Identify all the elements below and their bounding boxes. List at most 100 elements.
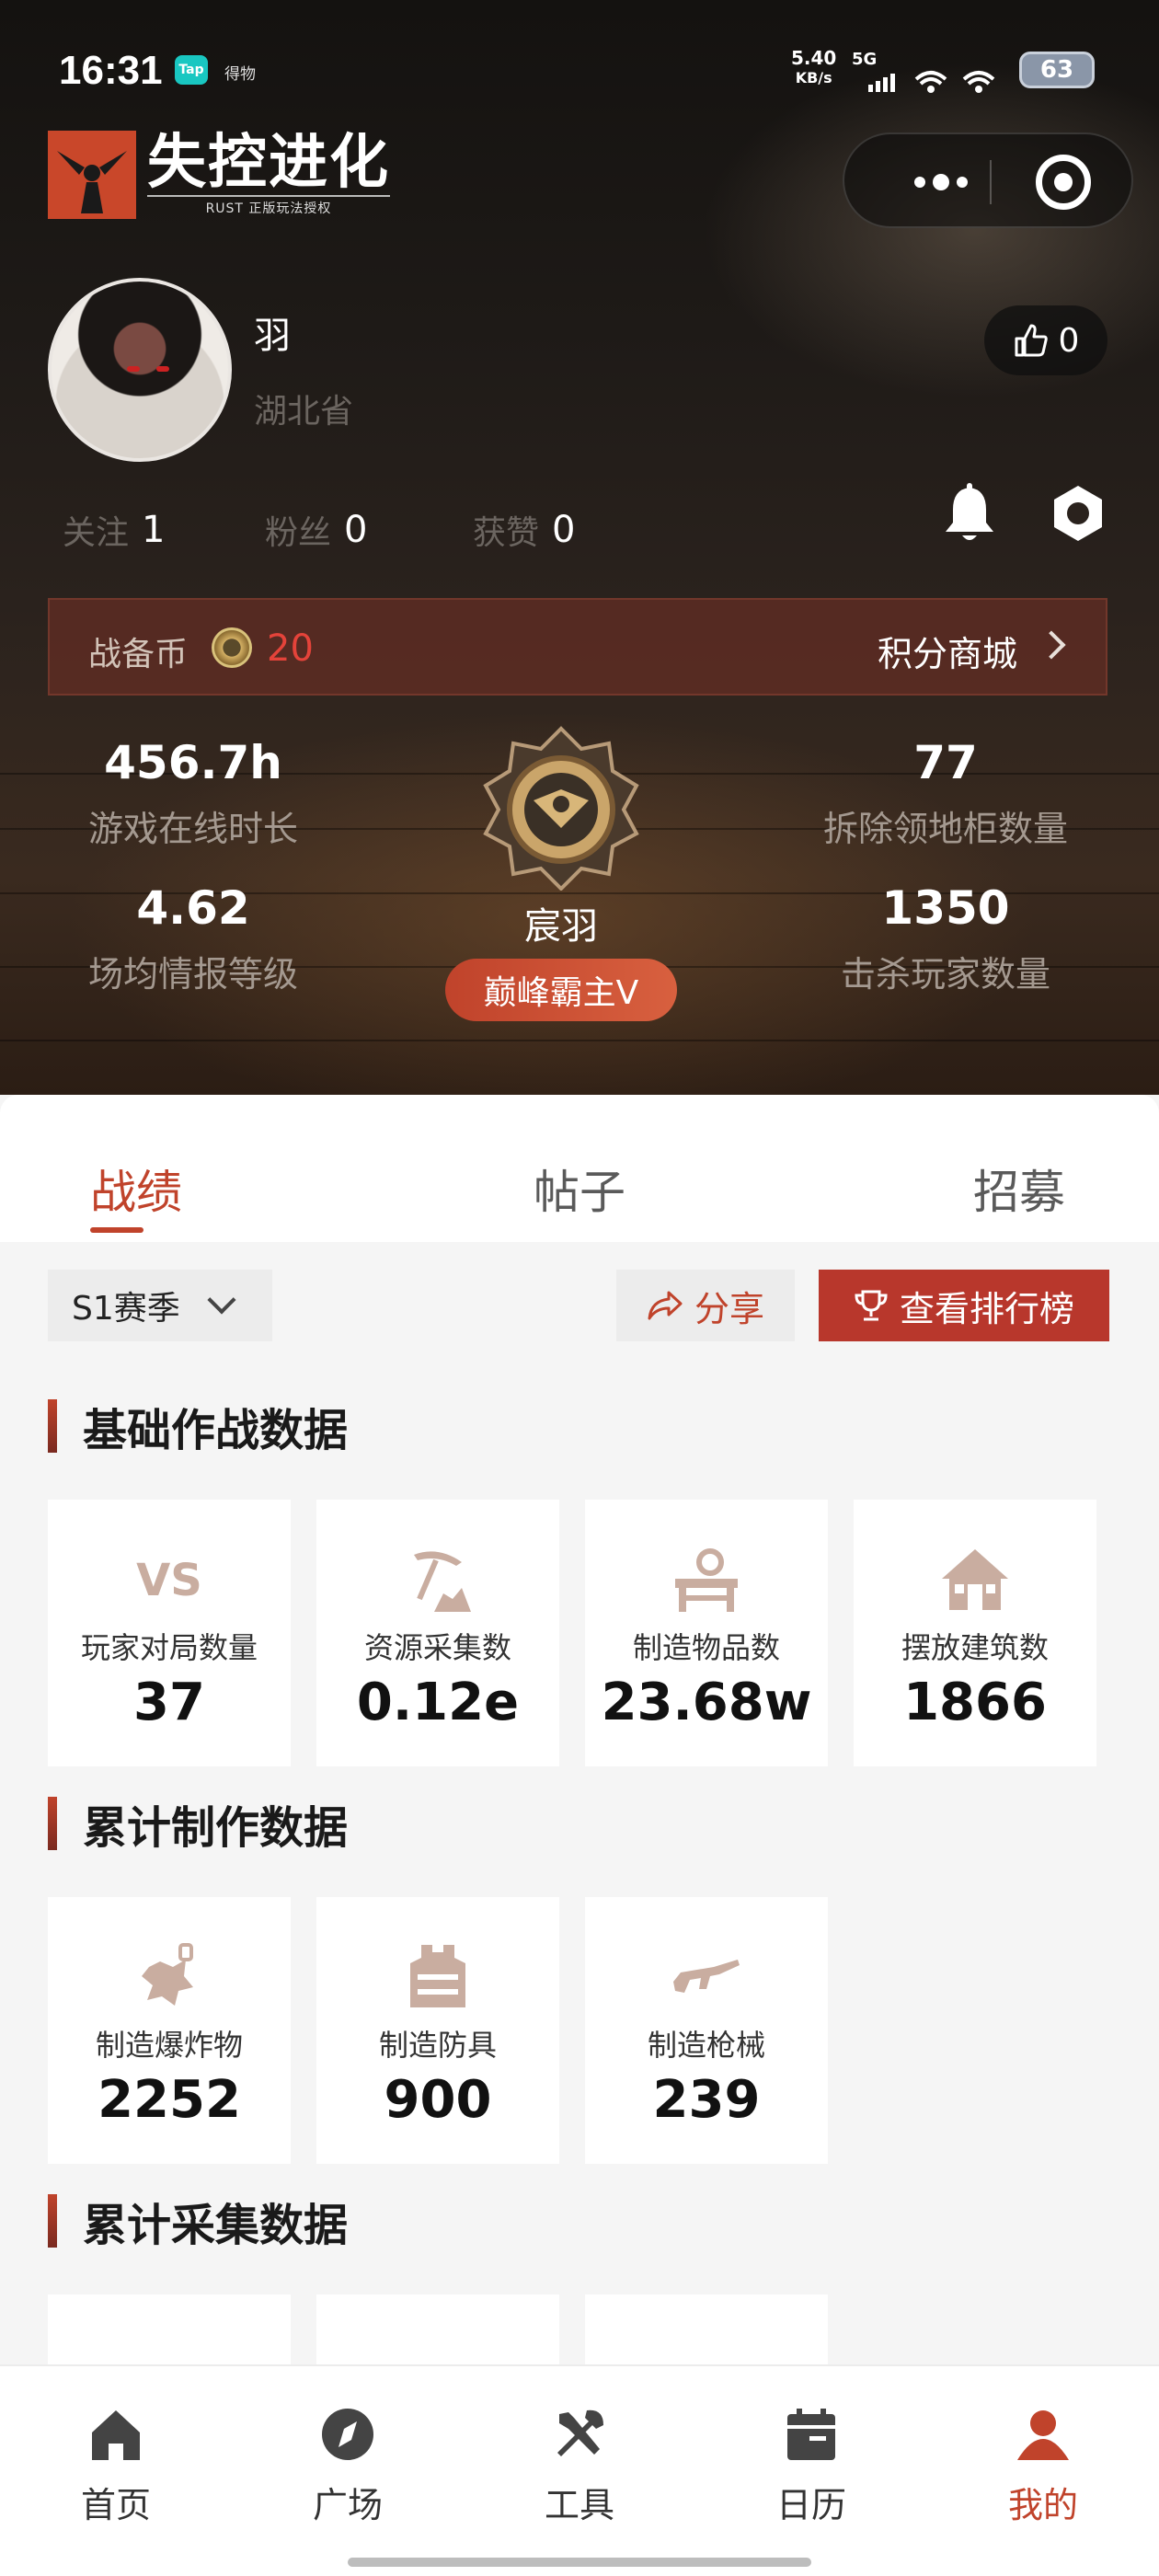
stat-card — [585, 2294, 828, 2364]
avatar[interactable] — [48, 278, 232, 462]
war-coin-label: 战备币 — [88, 636, 189, 673]
stat-card-value: 37 — [133, 1673, 205, 1732]
stat-card-value: 0.12e — [356, 1673, 520, 1732]
logo-subtitle: RUST 正版玩法授权 — [147, 195, 390, 217]
stat-card: 制造物品数 23.68w — [585, 1500, 828, 1766]
close-miniprogram-button[interactable] — [1036, 155, 1091, 210]
follow-stat[interactable]: 关注 1 — [63, 504, 165, 556]
home-indicator[interactable] — [348, 2558, 811, 2567]
status-time: 16:31 — [59, 48, 163, 93]
nav-calendar-label: 日历 — [775, 2485, 846, 2525]
stat-card-value: 23.68w — [601, 1673, 812, 1732]
tab-posts[interactable]: 帖子 — [534, 1156, 625, 1222]
stat-card-label: 制造枪械 — [647, 2028, 765, 2063]
nav-tools-label: 工具 — [544, 2485, 614, 2525]
home-icon — [92, 2410, 140, 2460]
stat-card: 摆放建筑数 1866 — [854, 1500, 1096, 1766]
points-mall-link[interactable]: 积分商城 — [878, 626, 1017, 676]
stat-card-value: 2252 — [98, 2070, 241, 2130]
stat-card-label: 制造爆炸物 — [95, 2028, 243, 2063]
like-button[interactable]: 0 — [984, 305, 1107, 375]
username: 羽 — [254, 315, 291, 357]
pickaxe-icon — [414, 1551, 471, 1612]
compass-icon — [322, 2409, 373, 2460]
app-logo: 失控进化 RUST 正版玩法授权 — [48, 129, 390, 221]
stat-card-label: 摆放建筑数 — [901, 1630, 1049, 1665]
trophy-icon — [855, 1290, 888, 1321]
basic-section-title: 基础作战数据 — [83, 1405, 349, 1456]
user-icon — [1017, 2410, 1069, 2460]
network-speed-value: 5.40 — [791, 47, 837, 69]
floor-plank — [0, 1040, 1159, 1041]
like-count: 0 — [1058, 321, 1080, 360]
nav-home[interactable]: 首页 — [42, 2405, 189, 2527]
follow-count: 1 — [142, 509, 166, 551]
region: 湖北省 — [254, 393, 354, 431]
section-title: 累计制作数据 — [48, 1796, 348, 1854]
more-options-button[interactable] — [890, 162, 992, 202]
share-button[interactable]: 分享 — [616, 1270, 795, 1341]
miniprogram-capsule — [843, 132, 1133, 228]
online-time-value: 456.7h — [104, 736, 282, 789]
season-select[interactable]: S1赛季 — [48, 1270, 272, 1341]
stat-card — [48, 2294, 291, 2364]
kills-label: 击杀玩家数量 — [840, 954, 1050, 995]
nav-mine[interactable]: 我的 — [970, 2405, 1117, 2527]
workbench-icon — [675, 1548, 738, 1612]
war-coin-value: 20 — [267, 627, 314, 670]
bell-icon[interactable] — [940, 482, 999, 545]
chevron-down-icon — [207, 1285, 236, 1315]
craft-section-title: 累计制作数据 — [83, 1802, 349, 1854]
active-tab-indicator — [90, 1227, 143, 1233]
intel-level-label: 场均情报等级 — [87, 954, 298, 995]
stat-card — [316, 2294, 559, 2364]
profile-tabs: 战绩 帖子 招募 — [0, 1095, 1159, 1242]
stat-card-label: 制造物品数 — [632, 1630, 780, 1665]
tab-recruit[interactable]: 招募 — [973, 1156, 1065, 1222]
fans-count: 0 — [344, 509, 368, 551]
intel-level-stat: 4.62 场均情报等级 — [0, 881, 386, 996]
follow-label: 关注 — [63, 514, 130, 552]
app-notification-label: 得物 — [224, 65, 256, 84]
liked-count: 0 — [552, 509, 576, 551]
season-value: S1赛季 — [72, 1290, 180, 1328]
nav-tools[interactable]: 工具 — [506, 2405, 653, 2527]
house-icon — [942, 1549, 1008, 1610]
svg-text:VS: VS — [136, 1555, 202, 1606]
stat-card-label: 制造防具 — [378, 2028, 497, 2063]
network-type: 5G — [852, 50, 878, 69]
stat-card: VS 玩家对局数量 37 — [48, 1500, 291, 1766]
fans-stat[interactable]: 粉丝 0 — [265, 504, 367, 556]
nav-calendar[interactable]: 日历 — [738, 2405, 885, 2527]
tab-records[interactable]: 战绩 — [90, 1156, 182, 1222]
bottom-navigation: 首页 广场 工具 日历 我的 — [0, 2364, 1159, 2576]
liked-stat[interactable]: 获赞 0 — [473, 504, 575, 556]
war-coin-bar[interactable]: 战备币 20 积分商城 — [48, 598, 1107, 696]
gather-section-title: 累计采集数据 — [83, 2200, 349, 2251]
logo-title: 失控进化 — [147, 129, 390, 197]
stat-card: 制造枪械 239 — [585, 1897, 828, 2164]
cabinet-label: 拆除领地柜数量 — [822, 809, 1068, 849]
nav-square[interactable]: 广场 — [274, 2405, 421, 2527]
vs-icon: VS — [136, 1555, 202, 1606]
profile-header: 16:31 Tap 得物 5.40 KB/s 5G 63 失控进化 RUST 正… — [0, 0, 1159, 1095]
logo-badge-icon — [48, 131, 136, 219]
armor-icon — [410, 1945, 465, 2007]
rank-emblem-icon[interactable] — [478, 725, 644, 891]
thumbs-up-icon — [1015, 324, 1048, 357]
signal-wifi-icons — [868, 71, 995, 93]
explosive-icon — [142, 1943, 193, 2006]
rank-tier-badge[interactable]: 巅峰霸主V — [445, 959, 677, 1021]
view-ranking-button[interactable]: 查看排行榜 — [819, 1270, 1109, 1341]
chevron-right-icon — [1037, 630, 1066, 660]
share-label: 分享 — [694, 1288, 764, 1329]
online-time-label: 游戏在线时长 — [87, 809, 298, 849]
share-icon — [648, 1291, 683, 1320]
stat-card-label: 玩家对局数量 — [80, 1630, 258, 1665]
stat-card-value: 900 — [384, 2070, 492, 2130]
stat-card-value: 1866 — [903, 1673, 1047, 1732]
rifle-icon — [673, 1960, 740, 1993]
network-speed: 5.40 KB/s — [791, 48, 836, 88]
network-speed-unit: KB/s — [795, 69, 832, 86]
settings-gear-icon[interactable] — [1049, 484, 1107, 543]
